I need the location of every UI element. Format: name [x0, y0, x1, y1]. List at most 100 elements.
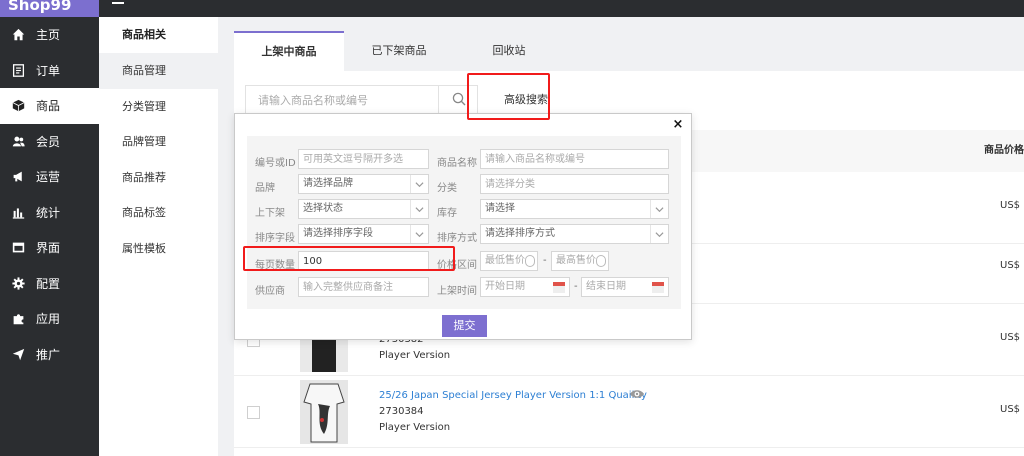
- advanced-search-form: 编号或ID 商品名称 品牌 请选择品牌 分类 上下架 选择状态 库存 请选择 排…: [247, 136, 681, 309]
- shelf-status-value: 选择状态: [303, 203, 343, 214]
- calendar-icon[interactable]: [652, 282, 664, 293]
- sort-field-value: 请选择排序字段: [303, 228, 373, 239]
- search-input[interactable]: [246, 86, 437, 114]
- product-tabs: 上架中商品 已下架商品 回收站: [234, 31, 564, 71]
- stepper-icon[interactable]: [525, 255, 535, 267]
- supplier-label: 供应商: [255, 286, 285, 297]
- sidebar-item-label: 界面: [36, 241, 61, 256]
- subnav-item-product-recommend[interactable]: 商品推荐: [99, 160, 218, 196]
- tab-on-shelf[interactable]: 上架中商品: [234, 31, 344, 71]
- send-icon: [10, 346, 26, 362]
- main-sidebar: 主页 订单 商品 会员 运营 统计 界面 配置 应用 推广: [0, 17, 99, 456]
- sidebar-item-label: 订单: [36, 63, 61, 78]
- layout-icon: [10, 240, 26, 256]
- name-input[interactable]: [480, 149, 669, 169]
- chevron-down-icon: [410, 200, 428, 218]
- sidebar-item-members[interactable]: 会员: [0, 124, 99, 160]
- close-icon[interactable]: ×: [671, 118, 685, 132]
- sidebar-item-statistics[interactable]: 统计: [0, 195, 99, 231]
- chevron-down-icon: [410, 175, 428, 193]
- range-separator: -: [574, 281, 578, 292]
- shelf-status-select[interactable]: 选择状态: [298, 199, 429, 219]
- sort-order-value: 请选择排序方式: [485, 228, 555, 239]
- row-price: US$ 1: [1000, 404, 1024, 415]
- subnav-item-attribute-templates[interactable]: 属性模板: [99, 231, 218, 267]
- chevron-down-icon: [650, 200, 668, 218]
- submit-button[interactable]: 提交: [442, 315, 487, 337]
- stock-label: 库存: [437, 208, 457, 219]
- name-label: 商品名称: [437, 158, 477, 169]
- supplier-input[interactable]: [298, 277, 429, 297]
- menu-toggle-icon[interactable]: [112, 2, 124, 4]
- category-label: 分类: [437, 183, 457, 194]
- tab-off-shelf[interactable]: 已下架商品: [344, 31, 454, 71]
- column-header-price: 商品价格: [984, 145, 1024, 156]
- eye-icon[interactable]: [629, 388, 645, 403]
- sidebar-item-label: 会员: [36, 134, 61, 149]
- price-max-input[interactable]: 最高售价: [551, 251, 609, 271]
- product-name-link[interactable]: 25/26 Japan Special Jersey Player Versio…: [379, 390, 647, 401]
- highlight-box-advanced-search: [467, 73, 550, 120]
- app-logo[interactable]: Shop99: [0, 0, 99, 17]
- brand-select-value: 请选择品牌: [303, 178, 353, 189]
- stock-select[interactable]: 请选择: [480, 199, 669, 219]
- brand-select[interactable]: 请选择品牌: [298, 174, 429, 194]
- home-icon: [10, 27, 26, 43]
- sidebar-item-apps[interactable]: 应用: [0, 301, 99, 337]
- sort-field-label: 排序字段: [255, 233, 295, 244]
- stepper-icon[interactable]: [596, 255, 606, 267]
- sort-field-select[interactable]: 请选择排序字段: [298, 224, 429, 244]
- sort-order-select[interactable]: 请选择排序方式: [480, 224, 669, 244]
- brand-label: 品牌: [255, 183, 275, 194]
- subnav-title: 商品相关: [122, 28, 166, 41]
- shelf-status-label: 上下架: [255, 208, 285, 219]
- product-thumbnail[interactable]: [300, 380, 348, 444]
- gear-icon: [10, 275, 26, 291]
- product-version: Player Version: [379, 350, 451, 361]
- sidebar-item-config[interactable]: 配置: [0, 266, 99, 302]
- product-version: Player Version: [379, 422, 451, 433]
- sidebar-item-operations[interactable]: 运营: [0, 159, 99, 195]
- puzzle-icon: [10, 311, 26, 327]
- price-min-input[interactable]: 最低售价: [480, 251, 538, 271]
- subnav-item-product-management[interactable]: 商品管理: [99, 53, 218, 89]
- subnav-item-product-tags[interactable]: 商品标签: [99, 195, 218, 231]
- calendar-icon[interactable]: [553, 282, 565, 293]
- code-input[interactable]: [298, 149, 429, 169]
- sidebar-item-products[interactable]: 商品: [0, 88, 99, 124]
- product-sku: 2730384: [379, 406, 424, 417]
- date-start-placeholder: 开始日期: [485, 281, 525, 292]
- category-input[interactable]: [480, 174, 669, 194]
- sidebar-item-promotion[interactable]: 推广: [0, 337, 99, 373]
- tab-recycle-bin[interactable]: 回收站: [454, 31, 564, 71]
- sidebar-item-label: 商品: [36, 99, 61, 114]
- row-checkbox[interactable]: [247, 406, 260, 419]
- sidebar-item-label: 主页: [36, 28, 61, 43]
- subnav-item-brand-management[interactable]: 品牌管理: [99, 124, 218, 160]
- row-price: US$ 1: [1000, 260, 1024, 271]
- date-start-input[interactable]: 开始日期: [480, 277, 570, 297]
- sidebar-item-interface[interactable]: 界面: [0, 230, 99, 266]
- box-icon: [10, 98, 26, 114]
- sidebar-item-label: 应用: [36, 312, 61, 327]
- stock-select-value: 请选择: [485, 203, 515, 214]
- sidebar-item-label: 配置: [36, 276, 61, 291]
- sidebar-item-label: 运营: [36, 170, 61, 185]
- price-min-placeholder: 最低售价: [485, 255, 525, 266]
- chevron-down-icon: [410, 225, 428, 243]
- sidebar-item-orders[interactable]: 订单: [0, 53, 99, 89]
- sidebar-item-label: 推广: [36, 347, 61, 362]
- listing-date-label: 上架时间: [437, 286, 477, 297]
- sort-order-label: 排序方式: [437, 233, 477, 244]
- bar-chart-icon: [10, 204, 26, 220]
- highlight-box-per-page: [243, 246, 455, 271]
- sidebar-item-home[interactable]: 主页: [0, 17, 99, 53]
- row-price: US$ 1: [1000, 332, 1024, 343]
- range-separator: -: [543, 255, 547, 266]
- megaphone-icon: [10, 169, 26, 185]
- sidebar-item-label: 统计: [36, 205, 61, 220]
- date-end-placeholder: 结束日期: [586, 281, 626, 292]
- date-end-input[interactable]: 结束日期: [581, 277, 669, 297]
- search-icon: [452, 92, 466, 109]
- subnav-item-category-management[interactable]: 分类管理: [99, 89, 218, 125]
